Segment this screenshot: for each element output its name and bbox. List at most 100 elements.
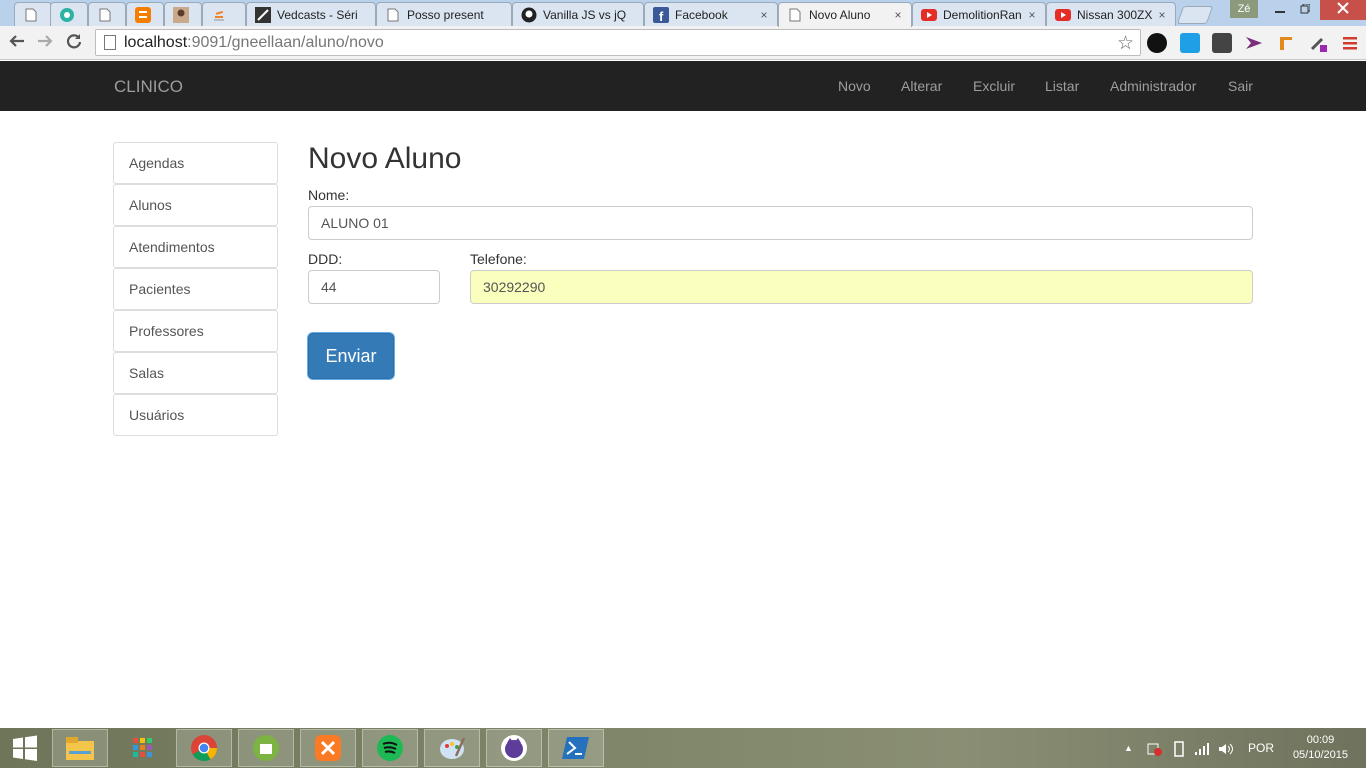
restore-icon[interactable]	[1292, 0, 1318, 20]
network-warning-icon[interactable]	[1146, 728, 1162, 768]
system-clock[interactable]: 00:09 05/10/2015	[1293, 733, 1348, 763]
clock-date: 05/10/2015	[1292, 749, 1348, 761]
spotify-icon[interactable]	[362, 729, 418, 767]
close-icon[interactable]: ×	[757, 8, 771, 22]
nav-link-novo[interactable]: Novo	[838, 78, 871, 94]
bookmark-star-icon[interactable]: ☆	[1117, 32, 1134, 55]
facebook-icon: f	[653, 6, 669, 23]
stackoverflow-icon	[211, 7, 227, 23]
browser-tab-active[interactable]: Novo Aluno ×	[778, 2, 912, 27]
vedcasts-icon	[255, 6, 271, 23]
sidebar-item-professores[interactable]: Professores	[113, 310, 278, 352]
back-arrow-icon[interactable]	[6, 32, 28, 54]
browser-tab[interactable]	[164, 2, 202, 26]
nome-group: Nome: ALUNO 01	[308, 187, 1253, 240]
browser-tabstrip: Vedcasts - Séri Posso present Vanilla JS…	[0, 0, 1366, 27]
sidebar-item-atendimentos[interactable]: Atendimentos	[113, 226, 278, 268]
device-icon[interactable]	[1172, 728, 1186, 768]
browser-tab[interactable]: DemolitionRan ×	[912, 2, 1046, 26]
volume-icon[interactable]	[1218, 728, 1234, 768]
language-indicator[interactable]: POR	[1248, 728, 1274, 768]
telefone-input[interactable]: 30292290	[470, 270, 1253, 304]
address-bar[interactable]: localhost:9091/gneellaan/aluno/novo ☆	[95, 29, 1141, 56]
tab-label: Novo Aluno	[809, 8, 871, 22]
minimize-icon[interactable]	[1266, 0, 1294, 20]
xampp-icon[interactable]	[300, 729, 356, 767]
browser-tab[interactable]	[14, 2, 52, 26]
page-icon	[104, 35, 116, 50]
eyedropper-extension-icon[interactable]	[1308, 33, 1328, 53]
cat-app-icon[interactable]	[486, 729, 542, 767]
browser-tab[interactable]	[126, 2, 164, 26]
telefone-group: Telefone: 30292290	[470, 251, 1253, 304]
forward-arrow-icon[interactable]	[34, 32, 56, 54]
tab-label: DemolitionRan	[943, 7, 1022, 22]
nome-label: Nome:	[308, 187, 350, 203]
page-title: Novo Aluno	[308, 142, 462, 175]
close-icon[interactable]: ×	[891, 8, 905, 22]
new-tab-button[interactable]	[1176, 6, 1214, 24]
reload-icon[interactable]	[63, 32, 85, 54]
play-extension-icon[interactable]	[1147, 33, 1167, 53]
tray-expand-icon[interactable]: ▲	[1124, 728, 1133, 768]
film-extension-icon[interactable]	[1212, 33, 1232, 53]
url-text: localhost:9091/gneellaan/aluno/novo	[124, 33, 384, 51]
profile-photo-icon	[173, 6, 189, 23]
tab-label: Nissan 300ZX	[1077, 7, 1153, 22]
apps-grid-icon[interactable]	[115, 729, 171, 767]
signal-icon[interactable]	[1194, 728, 1210, 768]
sidebar-item-salas[interactable]: Salas	[113, 352, 278, 394]
blank-page-icon	[23, 7, 39, 23]
nav-link-sair[interactable]: Sair	[1228, 78, 1253, 94]
tab-label: Vedcasts - Séri	[277, 7, 358, 22]
nav-link-administrador[interactable]: Administrador	[1110, 78, 1196, 94]
ddd-label: DDD:	[308, 251, 343, 267]
sidebar-item-alunos[interactable]: Alunos	[113, 184, 278, 226]
github-icon	[521, 7, 537, 23]
browser-tab[interactable]: f Facebook ×	[644, 2, 778, 26]
settings-gear-icon	[59, 7, 75, 23]
browser-tab[interactable]: Vedcasts - Séri	[246, 2, 376, 26]
close-icon[interactable]: ×	[1025, 8, 1039, 22]
nav-link-excluir[interactable]: Excluir	[973, 78, 1015, 94]
browser-tab[interactable]	[202, 2, 246, 26]
close-icon[interactable]: ×	[1155, 8, 1169, 22]
submit-button[interactable]: Enviar	[308, 333, 394, 379]
sidebar-item-agendas[interactable]: Agendas	[113, 142, 278, 184]
window-close-icon[interactable]	[1320, 0, 1366, 20]
file-explorer-icon[interactable]	[52, 729, 108, 767]
tab-label: Posso present	[407, 7, 484, 22]
blank-page-icon	[97, 7, 113, 23]
bookmark-extension-icon[interactable]	[1276, 33, 1296, 53]
blogger-icon	[135, 6, 151, 23]
sidebar-item-usuarios[interactable]: Usuários	[113, 394, 278, 436]
youtube-icon	[921, 7, 937, 23]
nav-link-listar[interactable]: Listar	[1045, 78, 1079, 94]
sidebar-item-pacientes[interactable]: Pacientes	[113, 268, 278, 310]
browser-tab[interactable]: Posso present	[376, 2, 512, 26]
youtube-icon	[1055, 7, 1071, 23]
nav-link-alterar[interactable]: Alterar	[901, 78, 942, 94]
arrow-extension-icon[interactable]	[1244, 33, 1264, 53]
blank-page-icon	[385, 7, 401, 23]
telefone-label: Telefone:	[470, 251, 527, 267]
blank-page-icon	[787, 7, 803, 23]
extension-icon[interactable]	[1180, 33, 1200, 53]
menu-icon[interactable]	[1340, 33, 1360, 53]
main-content: Novo Aluno Nome: ALUNO 01 DDD: 44 Telefo…	[308, 142, 1253, 379]
browser-tab[interactable]	[50, 2, 88, 26]
top-navbar: CLINICO Novo Alterar Excluir Listar Admi…	[0, 61, 1366, 111]
paint-palette-icon[interactable]	[424, 729, 480, 767]
nome-input[interactable]: ALUNO 01	[308, 206, 1253, 240]
browser-tab[interactable]	[88, 2, 126, 26]
profile-badge[interactable]: Zé	[1230, 0, 1258, 18]
powershell-icon[interactable]	[548, 729, 604, 767]
browser-tab[interactable]: Vanilla JS vs jQ	[512, 2, 644, 26]
windows-start-icon[interactable]	[0, 729, 50, 767]
brand-logo[interactable]: CLINICO	[114, 77, 183, 97]
chrome-icon[interactable]	[176, 729, 232, 767]
browser-tab[interactable]: Nissan 300ZX ×	[1046, 2, 1176, 26]
ddd-input[interactable]: 44	[308, 270, 440, 304]
android-app-icon[interactable]	[238, 729, 294, 767]
ddd-group: DDD: 44	[308, 251, 440, 304]
